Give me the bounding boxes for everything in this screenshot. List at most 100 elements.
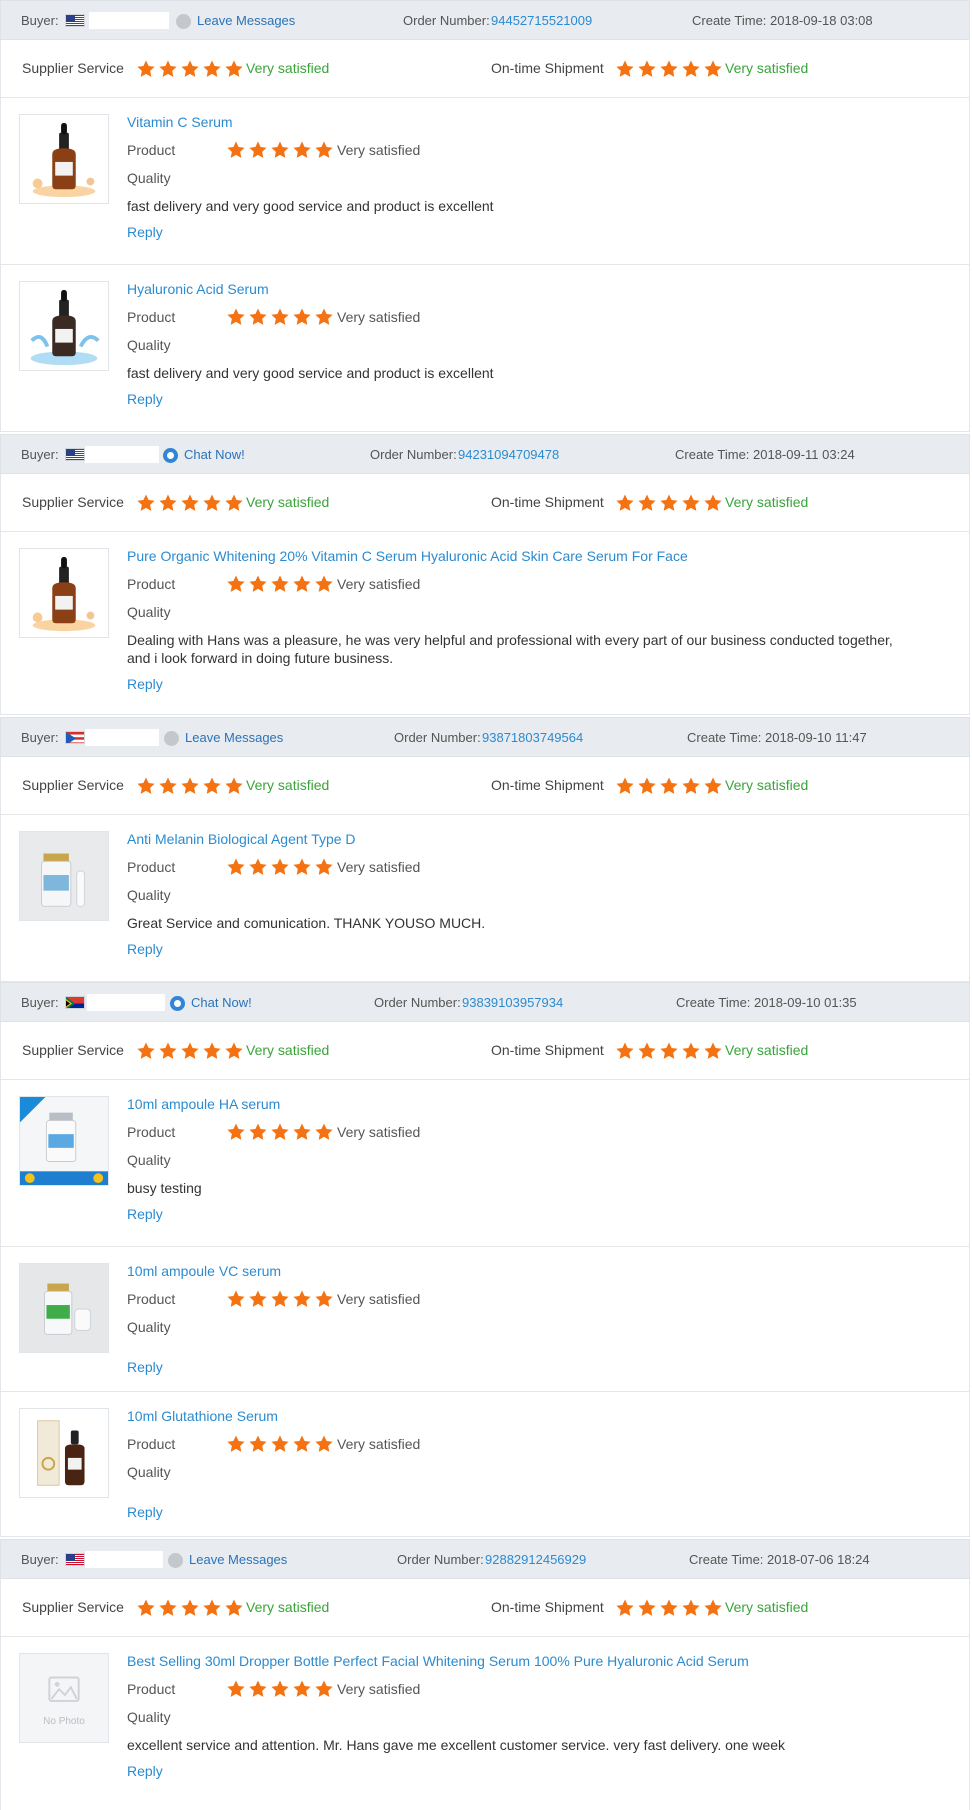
- service-ratings-row: Supplier Service Very satisfied On-time Sh…: [1, 1022, 969, 1080]
- star-icon: [136, 1041, 156, 1061]
- star-icon: [226, 140, 246, 160]
- product-thumbnail[interactable]: [19, 1263, 109, 1353]
- star-icon: [637, 1041, 657, 1061]
- product-thumbnail[interactable]: [19, 114, 109, 204]
- product-rating-stars: [226, 1289, 334, 1309]
- star-icon: [314, 1434, 334, 1454]
- star-icon: [248, 857, 268, 877]
- star-icon: [226, 307, 246, 327]
- reply-link[interactable]: Reply: [127, 1504, 163, 1520]
- product-rating-label: Product: [127, 309, 176, 325]
- product-name-link[interactable]: Vitamin C Serum: [127, 114, 233, 130]
- star-icon: [314, 857, 334, 877]
- star-icon: [248, 1122, 268, 1142]
- reply-link[interactable]: Reply: [127, 391, 163, 407]
- star-icon: [292, 307, 312, 327]
- star-icon: [314, 1679, 334, 1699]
- product-thumbnail[interactable]: [19, 1408, 109, 1498]
- ontime-shipment-text: Very satisfied: [725, 1599, 809, 1615]
- reply-link[interactable]: Reply: [127, 941, 163, 957]
- leave-messages-link[interactable]: Leave Messages: [185, 730, 283, 745]
- review-item: Vitamin C Serum Product Very satisfied Qual…: [1, 98, 969, 265]
- service-ratings-row: Supplier Service Very satisfied On-time Sh…: [1, 1579, 969, 1637]
- star-icon: [226, 1289, 246, 1309]
- order-number-link[interactable]: 93839103957934: [462, 995, 563, 1010]
- product-rating-label: Product: [127, 576, 176, 592]
- order-body: Supplier Service Very satisfied On-time Sh…: [0, 1579, 970, 1810]
- chat-icon[interactable]: [170, 996, 185, 1011]
- create-time-label: Create Time:: [676, 995, 751, 1010]
- chat-icon[interactable]: [163, 448, 178, 463]
- leave-messages-link[interactable]: Leave Messages: [197, 13, 295, 28]
- star-icon: [158, 776, 178, 796]
- star-icon: [292, 1122, 312, 1142]
- order-header: Buyer: Leave Messages Order Number: 9288291…: [0, 1539, 970, 1579]
- star-icon: [637, 776, 657, 796]
- star-icon: [659, 59, 679, 79]
- review-item: Pure Organic Whitening 20% Vitamin C Ser…: [1, 532, 969, 715]
- ontime-shipment-stars: [615, 59, 723, 79]
- product-rating-text: Very satisfied: [337, 1681, 421, 1697]
- product-rating-label: Product: [127, 859, 176, 875]
- reply-link[interactable]: Reply: [127, 224, 163, 240]
- order-header: Buyer: Leave Messages Order Number: 9445271…: [0, 0, 970, 40]
- supplier-service-stars: [136, 1041, 244, 1061]
- star-icon: [248, 1679, 268, 1699]
- product-name-link[interactable]: 10ml ampoule HA serum: [127, 1096, 280, 1112]
- reply-link[interactable]: Reply: [127, 1206, 163, 1222]
- quality-label: Quality: [127, 604, 171, 620]
- star-icon: [226, 1434, 246, 1454]
- pr-flag-icon: [65, 731, 85, 744]
- product-name-link[interactable]: 10ml ampoule VC serum: [127, 1263, 281, 1279]
- product-name-link[interactable]: 10ml Glutathione Serum: [127, 1408, 278, 1424]
- quality-label: Quality: [127, 887, 171, 903]
- leave-messages-link[interactable]: Leave Messages: [189, 1552, 287, 1567]
- review-item: Hyaluronic Acid Serum Product Very satisfi…: [1, 265, 969, 432]
- message-icon[interactable]: [176, 14, 191, 29]
- create-time-label: Create Time:: [687, 730, 762, 745]
- product-thumbnail[interactable]: [19, 281, 109, 371]
- ontime-shipment-label: On-time Shipment: [491, 1599, 604, 1615]
- buyer-name-masked: [85, 446, 159, 463]
- product-name-link[interactable]: Anti Melanin Biological Agent Type D: [127, 831, 356, 847]
- product-rating-text: Very satisfied: [337, 1124, 421, 1140]
- order-number-link[interactable]: 94231094709478: [458, 447, 559, 462]
- product-rating-stars: [226, 1679, 334, 1699]
- star-icon: [248, 140, 268, 160]
- star-icon: [158, 493, 178, 513]
- product-name-link[interactable]: Pure Organic Whitening 20% Vitamin C Ser…: [127, 548, 688, 564]
- star-icon: [615, 59, 635, 79]
- product-thumbnail[interactable]: No Photo: [19, 1653, 109, 1743]
- star-icon: [224, 493, 244, 513]
- chat-now-link[interactable]: Chat Now!: [184, 447, 245, 462]
- star-icon: [659, 776, 679, 796]
- product-thumbnail[interactable]: [19, 831, 109, 921]
- order-block: Buyer: Chat Now! Order Number: 938391039579…: [0, 982, 970, 1537]
- message-icon[interactable]: [168, 1553, 183, 1568]
- product-name-link[interactable]: Hyaluronic Acid Serum: [127, 281, 269, 297]
- star-icon: [270, 307, 290, 327]
- star-icon: [202, 1041, 222, 1061]
- reply-link[interactable]: Reply: [127, 1763, 163, 1779]
- star-icon: [637, 493, 657, 513]
- buyer-name-masked: [85, 729, 159, 746]
- message-icon[interactable]: [164, 731, 179, 746]
- product-name-link[interactable]: Best Selling 30ml Dropper Bottle Perfect…: [127, 1653, 749, 1669]
- product-thumbnail[interactable]: [19, 548, 109, 638]
- star-icon: [314, 307, 334, 327]
- star-icon: [314, 574, 334, 594]
- product-thumbnail[interactable]: [19, 1096, 109, 1186]
- quality-label: Quality: [127, 1709, 171, 1725]
- chat-now-link[interactable]: Chat Now!: [191, 995, 252, 1010]
- reply-link[interactable]: Reply: [127, 676, 163, 692]
- order-number-link[interactable]: 94452715521009: [491, 13, 592, 28]
- star-icon: [681, 59, 701, 79]
- order-number-link[interactable]: 93871803749564: [482, 730, 583, 745]
- star-icon: [681, 1041, 701, 1061]
- star-icon: [136, 59, 156, 79]
- order-number-link[interactable]: 92882912456929: [485, 1552, 586, 1567]
- reply-link[interactable]: Reply: [127, 1359, 163, 1375]
- create-time-label: Create Time:: [692, 13, 767, 28]
- review-item: Anti Melanin Biological Agent Type D Prod…: [1, 815, 969, 982]
- order-body: Supplier Service Very satisfied On-time Sh…: [0, 757, 970, 982]
